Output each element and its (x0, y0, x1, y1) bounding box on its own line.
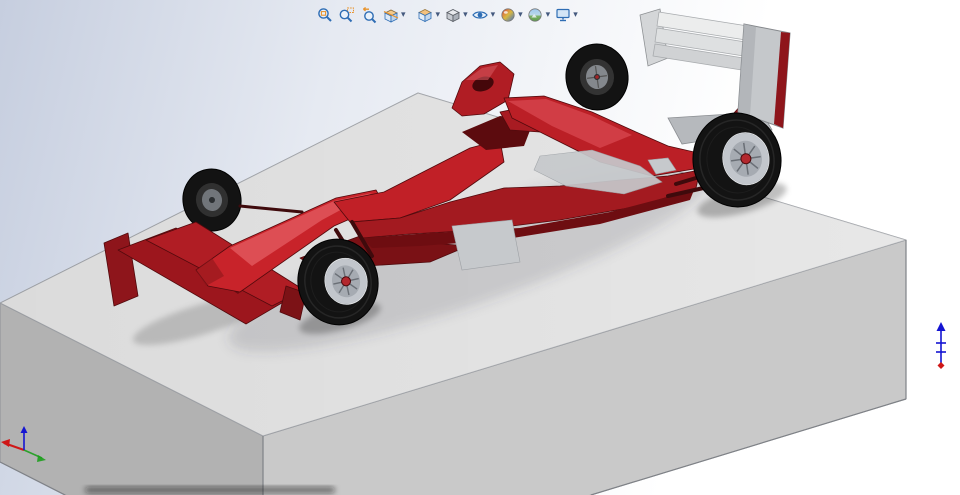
zoom-to-area-icon (339, 7, 354, 23)
edit-appearance-icon (501, 8, 515, 22)
section-view-icon (383, 9, 398, 23)
zoom-to-fit-button[interactable] (314, 5, 335, 26)
zoom-to-area-button[interactable] (336, 5, 357, 26)
rear-wing[interactable] (639, 8, 791, 129)
edit-appearance-dropdown[interactable]: ▾ (518, 10, 523, 20)
apply-scene-dropdown[interactable]: ▾ (546, 10, 551, 20)
previous-view-icon (362, 6, 376, 24)
view-settings-icon (556, 8, 570, 22)
edit-appearance-button[interactable] (497, 5, 518, 26)
zoom-to-fit-icon (317, 8, 332, 22)
platform-base-shadow (85, 487, 335, 493)
rear-left-wheel[interactable] (562, 40, 633, 114)
right-axis-indicator (936, 322, 946, 369)
view-orientation-icon (418, 9, 432, 23)
hide-show-items-dropdown[interactable]: ▾ (491, 10, 496, 20)
heads-up-view-toolbar: ▾ ▾ ▾ ▾ ▾ ▾ ▾ (314, 3, 579, 27)
display-style-button[interactable] (442, 5, 463, 26)
apply-scene-icon (528, 8, 542, 22)
display-style-icon (445, 9, 460, 23)
apply-scene-button[interactable] (525, 5, 546, 26)
model-scene[interactable] (0, 0, 960, 495)
view-orientation-button[interactable] (415, 5, 436, 26)
section-view-button[interactable] (380, 5, 401, 26)
cad-viewport[interactable]: ▾ ▾ ▾ ▾ ▾ ▾ ▾ (0, 0, 960, 495)
previous-view-button[interactable] (358, 5, 379, 26)
view-settings-dropdown[interactable]: ▾ (573, 10, 578, 20)
hide-show-items-icon (472, 11, 488, 19)
airbox[interactable] (451, 61, 515, 117)
display-style-dropdown[interactable]: ▾ (463, 10, 468, 20)
view-orientation-dropdown[interactable]: ▾ (436, 10, 441, 20)
hide-show-items-button[interactable] (470, 5, 491, 26)
section-view-dropdown[interactable]: ▾ (401, 10, 406, 20)
view-settings-button[interactable] (552, 5, 573, 26)
